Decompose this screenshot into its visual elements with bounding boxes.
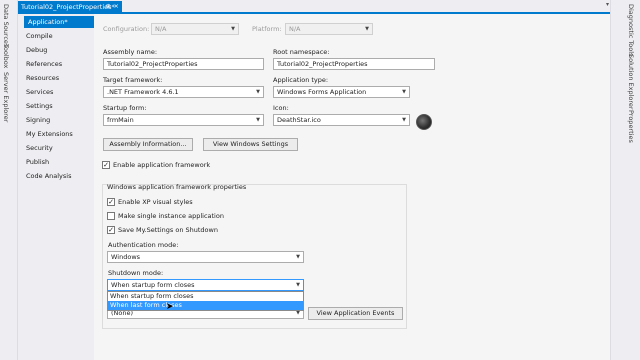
authentication-mode-select[interactable]: Windows ▼ [107,251,304,263]
icon-preview-image [416,114,432,130]
startup-form-value: frmMain [107,116,134,124]
nav-item-services[interactable]: Services [26,86,53,98]
nav-item-security[interactable]: Security [26,142,53,154]
assembly-name-label: Assembly name: [103,48,158,56]
enable-app-framework-label: Enable application framework [113,161,211,169]
chevron-down-icon: ▼ [296,282,300,288]
root-namespace-input[interactable]: Tutorial02_ProjectProperties [273,58,435,70]
target-framework-value: .NET Framework 4.6.1 [107,88,179,96]
nav-item-signing[interactable]: Signing [26,114,50,126]
shutdown-mode-select[interactable]: When startup form closes ▼ [107,279,304,291]
shutdown-mode-label: Shutdown mode: [108,269,164,277]
application-property-page: Configuration: N/A ▼ Platform: N/A ▼ Ass… [94,14,610,360]
icon-label: Icon: [273,104,289,112]
tool-tab-data-sources[interactable]: Data Sources [2,4,10,47]
application-type-label: Application type: [273,76,329,84]
assembly-name-input[interactable]: Tutorial02_ProjectProperties [103,58,264,70]
view-application-events-button[interactable]: View Application Events [308,307,403,320]
pin-icon[interactable]: ⊕ [106,2,111,10]
nav-item-compile[interactable]: Compile [26,30,53,42]
shutdown-mode-value: When startup form closes [111,281,195,289]
view-windows-settings-button[interactable]: View Windows Settings [203,138,298,151]
save-settings-label: Save My.Settings on Shutdown [118,226,218,234]
save-settings-checkbox[interactable] [107,226,115,234]
platform-label: Platform: [252,25,282,33]
single-instance-label: Make single instance application [118,212,224,220]
application-type-value: Windows Forms Application [277,88,367,96]
target-framework-select[interactable]: .NET Framework 4.6.1 ▼ [103,86,264,98]
platform-value: N/A [289,25,301,33]
chevron-down-icon: ▼ [256,117,260,123]
chevron-down-icon: ▼ [402,117,406,123]
authentication-mode-value: Windows [111,253,141,261]
icon-select[interactable]: DeathStar.ico ▼ [273,114,410,126]
tool-tab-properties[interactable]: Properties [627,110,635,143]
authentication-mode-label: Authentication mode: [108,241,179,249]
shutdown-option-startup[interactable]: When startup form closes [108,292,303,301]
nav-item-publish[interactable]: Publish [26,156,49,168]
close-icon[interactable]: × [114,2,119,10]
icon-value: DeathStar.ico [277,116,321,124]
left-tool-strip: Data Sources Toolbox Server Explorer [0,0,18,360]
shutdown-mode-dropdown: When startup form closes When last form … [107,291,304,311]
nav-item-code-analysis[interactable]: Code Analysis [26,170,72,182]
framework-properties-title: Windows application framework properties [107,183,247,191]
tool-tab-toolbox[interactable]: Toolbox [2,44,10,68]
nav-item-resources[interactable]: Resources [26,72,59,84]
application-type-select[interactable]: Windows Forms Application ▼ [273,86,410,98]
property-pages-nav: Application* Compile Debug References Re… [18,14,104,360]
chevron-down-icon: ▼ [231,26,235,32]
enable-xp-styles-label: Enable XP visual styles [118,198,193,206]
tool-tab-diagnostic-tools[interactable]: Diagnostic Tools [627,4,635,56]
chevron-down-icon: ▼ [296,254,300,260]
right-tool-strip: Diagnostic Tools Solution Explorer Prope… [610,0,640,360]
platform-select: N/A ▼ [285,23,373,35]
mouse-cursor-icon: ➤ [166,302,174,312]
nav-item-application[interactable]: Application* [24,16,104,28]
enable-xp-styles-checkbox[interactable] [107,198,115,206]
tool-tab-server-explorer[interactable]: Server Explorer [2,72,10,122]
assembly-information-button[interactable]: Assembly Information... [103,138,193,151]
startup-form-label: Startup form: [103,104,147,112]
configuration-value: N/A [155,25,167,33]
nav-item-my-extensions[interactable]: My Extensions [26,128,73,140]
startup-form-select[interactable]: frmMain ▼ [103,114,264,126]
document-tab[interactable]: Tutorial02_ProjectProperties* ⊕ × [18,1,122,12]
nav-item-settings[interactable]: Settings [26,100,53,112]
target-framework-label: Target framework: [103,76,163,84]
configuration-select: N/A ▼ [151,23,239,35]
tool-tab-solution-explorer[interactable]: Solution Explorer [627,54,635,110]
single-instance-checkbox[interactable] [107,212,115,220]
document-tab-title: Tutorial02_ProjectProperties* [21,3,115,11]
chevron-down-icon: ▼ [365,26,369,32]
root-namespace-label: Root namespace: [273,48,330,56]
configuration-label: Configuration: [103,25,150,33]
nav-item-debug[interactable]: Debug [26,44,47,56]
chevron-down-icon: ▼ [402,89,406,95]
shutdown-option-last-form[interactable]: When last form closes [108,301,303,310]
chevron-down-icon: ▼ [256,89,260,95]
enable-app-framework-checkbox[interactable] [102,161,110,169]
nav-item-references[interactable]: References [26,58,62,70]
